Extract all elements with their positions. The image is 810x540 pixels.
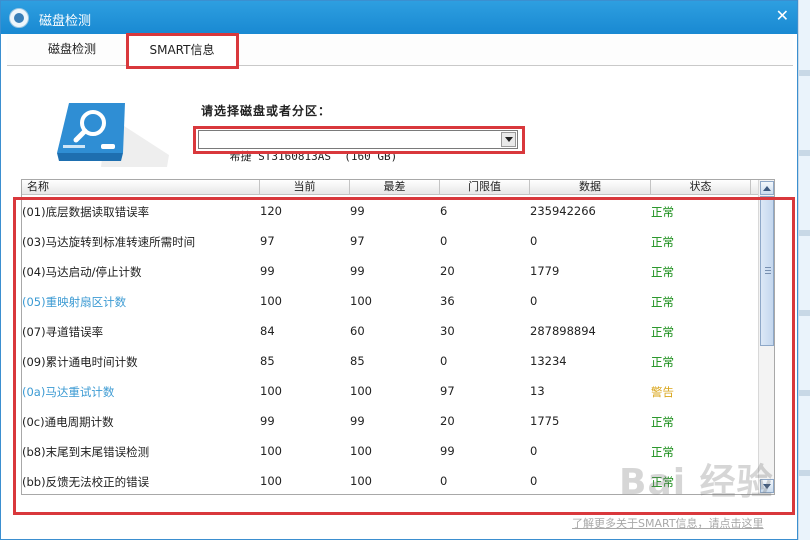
background-right-strip: [798, 0, 810, 540]
disk-check-window: 磁盘检测 ✕ 磁盘检测 SMART信息 请选择磁盘或者分区： 希捷 ST3160…: [0, 0, 798, 540]
column-header-name[interactable]: 名称: [22, 180, 260, 195]
close-icon[interactable]: ✕: [776, 6, 789, 26]
smart-info-help-link[interactable]: 了解更多关于SMART信息，请点击这里: [572, 515, 764, 531]
column-header-data[interactable]: 数据: [530, 180, 651, 195]
column-header-status[interactable]: 状态: [651, 180, 751, 195]
app-logo-icon: [9, 8, 29, 28]
scroll-up-icon[interactable]: [760, 181, 774, 195]
table-header: 名称 当前 最差 门限值 数据 状态: [22, 180, 760, 195]
disk-select-label: 请选择磁盘或者分区：: [201, 104, 332, 118]
column-header-worst[interactable]: 最差: [350, 180, 440, 195]
title-bar: 磁盘检测 ✕: [1, 1, 797, 34]
disk-search-icon: [49, 97, 169, 167]
tab-disk-check[interactable]: 磁盘检测: [17, 34, 127, 66]
highlight-box-tab: [126, 33, 239, 69]
window-title: 磁盘检测: [39, 14, 92, 29]
baidu-watermark: Bai 经验: [619, 462, 774, 503]
highlight-box-select: [193, 126, 525, 154]
column-header-current[interactable]: 当前: [260, 180, 350, 195]
tab-bar: 磁盘检测 SMART信息: [7, 34, 793, 66]
column-header-threshold[interactable]: 门限值: [440, 180, 530, 195]
